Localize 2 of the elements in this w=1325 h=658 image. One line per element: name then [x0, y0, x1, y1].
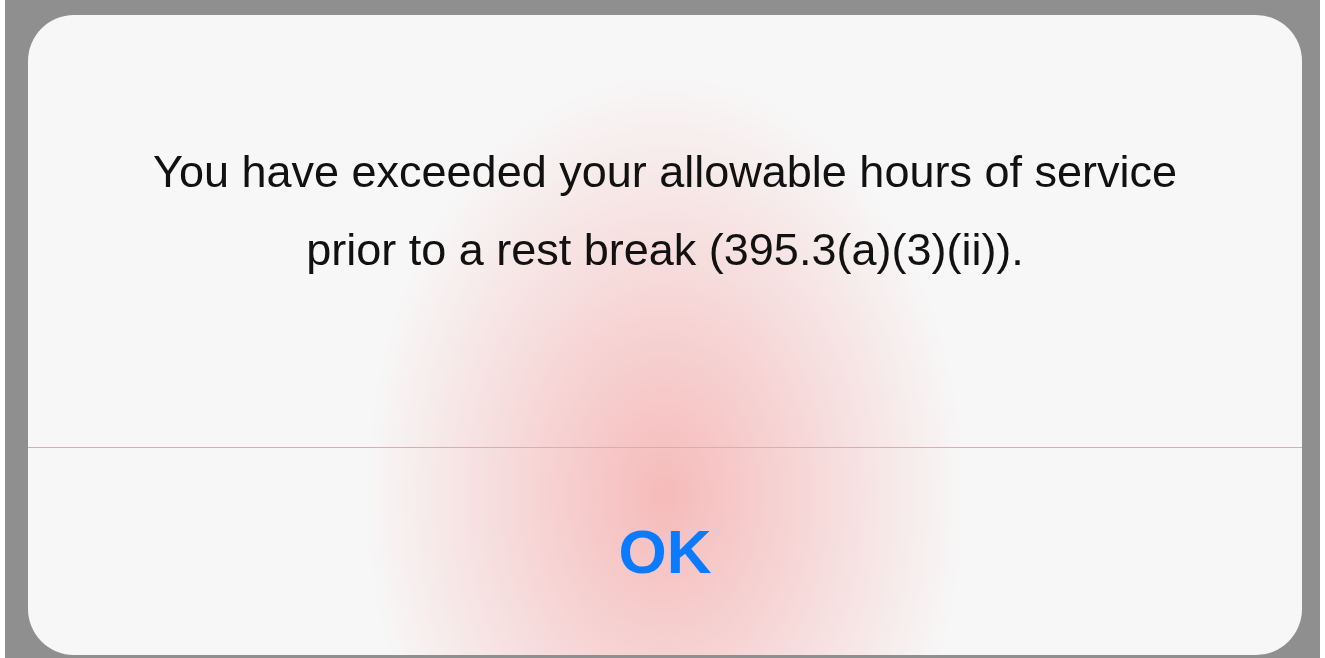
alert-message: You have exceeded your allowable hours of service prior to a rest break (395.3(a)(3)(ii)).	[152, 145, 1178, 277]
ok-button[interactable]: OK	[28, 448, 1302, 655]
